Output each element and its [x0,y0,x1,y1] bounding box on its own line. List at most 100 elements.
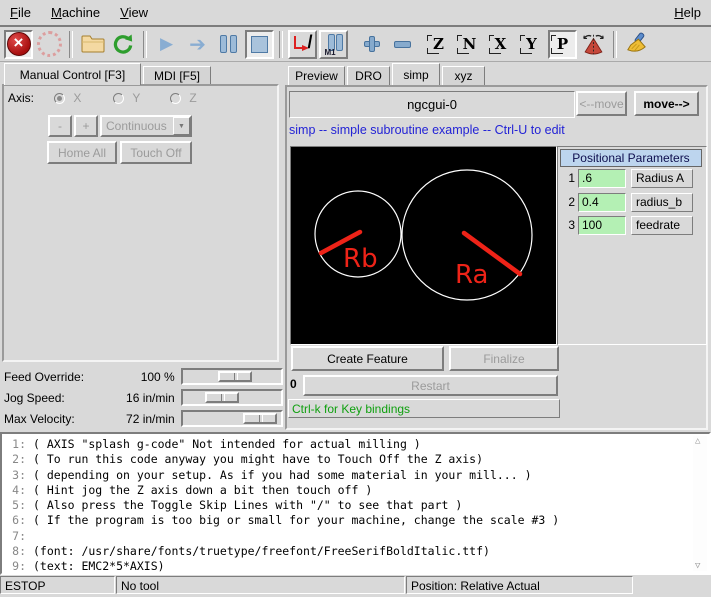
tab-mdi[interactable]: MDI [F5] [143,66,211,85]
tab-manual-control[interactable]: Manual Control [F3] [4,63,141,85]
jog-speed-label: Jog Speed: [0,391,111,405]
status-tool: No tool [116,576,405,594]
jog-plus-button[interactable]: + [74,115,98,137]
gcode-scrollbar[interactable]: △ ▽ [693,436,707,571]
gcode-line[interactable]: 4:( Hint jog the Z axis down a bit then … [2,483,709,498]
reload-button[interactable] [109,30,138,59]
estop-icon: × [7,32,31,56]
view-p-icon: P [557,35,568,53]
gcode-line[interactable]: 9:(text: EMC2*5*AXIS) [2,559,709,574]
zoom-out-button[interactable] [388,30,417,59]
combo-arrow-icon: ▼ [173,117,190,135]
pause-button[interactable] [214,30,243,59]
toolbar-separator [143,31,147,58]
axis-radio-y[interactable]: Y [113,91,140,105]
param-number: 1 [562,171,575,185]
view-z-icon: Z [433,35,444,53]
gcode-line[interactable]: 1:( AXIS "splash g-code" Not intended fo… [2,437,709,452]
scroll-down-icon[interactable]: ▽ [695,561,700,571]
clear-plot-button[interactable] [622,30,651,59]
toggle-skip-lines-button[interactable]: / [288,30,317,59]
axis-radio-x[interactable]: X [54,91,81,105]
tab-xyz[interactable]: xyz [442,66,485,85]
toolbar-separator [69,31,73,58]
tab-simp[interactable]: simp [392,63,440,85]
param-entry-radius-b[interactable]: 0.4 [578,193,626,212]
step-icon: ➔ [189,32,206,57]
menu-view[interactable]: View [110,0,158,25]
machine-power-button[interactable] [35,30,64,59]
axis-radio-z[interactable]: Z [170,91,197,105]
view-y-button[interactable]: Y [517,30,546,59]
feed-override-slider[interactable] [181,368,283,385]
jog-minus-button[interactable]: - [48,115,72,137]
toolbar-separator [613,31,617,58]
gcode-line[interactable]: 8:(font: /usr/share/fonts/truetype/freef… [2,544,709,559]
param-entry-radius-a[interactable]: .6 [578,169,626,188]
rotate-icon [581,32,606,57]
jog-speed-value: 16 in/min [111,391,181,405]
stop-button[interactable] [245,30,274,59]
gcode-line[interactable]: 2:( To run this code anyway you might ha… [2,452,709,467]
open-file-button[interactable] [78,30,107,59]
move-left-button[interactable]: <--move [576,91,627,116]
finalize-button[interactable]: Finalize [449,346,559,371]
menubar: File Machine View Help [0,0,711,27]
gcode-line[interactable]: 5:( Also press the Toggle Skip Lines wit… [2,498,709,513]
param-number: 3 [562,218,575,232]
step-button[interactable]: ➔ [183,30,212,59]
manual-control-panel: Manual Control [F3] MDI [F5] Axis: X Y Z… [0,62,283,432]
subroutine-preview-canvas[interactable]: Rb Ra [290,146,557,345]
gcode-listing[interactable]: 1:( AXIS "splash g-code" Not intended fo… [0,432,711,575]
menu-help[interactable]: Help [664,0,711,25]
move-right-button[interactable]: move--> [634,91,699,116]
axis-label: Axis: [8,91,34,105]
jog-speed-slider[interactable] [181,389,283,406]
param-number: 2 [562,195,575,209]
rotate-view-button[interactable] [579,30,608,59]
ngcgui-title: ngcgui-0 [289,91,575,118]
zoom-in-button[interactable] [357,30,386,59]
jog-increment-combo[interactable]: Continuous ▼ [100,115,192,137]
menu-file[interactable]: File [0,0,41,25]
view-p-button[interactable]: P [548,30,577,59]
radius-a-label: Ra [455,260,488,290]
view-x-button[interactable]: X [486,30,515,59]
view-z-button[interactable]: Z [424,30,453,59]
slider-handle[interactable] [218,371,252,382]
param-name-feedrate: feedrate [631,216,693,235]
create-feature-button[interactable]: Create Feature [291,346,444,371]
gcode-line[interactable]: 6:( If the program is too big or small f… [2,513,709,528]
status-machine-state: ESTOP [0,576,115,594]
radius-b-label: Rb [343,244,378,274]
max-velocity-value: 72 in/min [111,412,181,426]
gcode-line[interactable]: 7: [2,529,709,544]
optional-stop-button[interactable]: M1 [319,30,348,59]
restart-button[interactable]: Restart [303,375,558,396]
toolbar: × ▶ ➔ [0,27,711,62]
slider-handle[interactable] [205,392,239,403]
tab-dro[interactable]: DRO [347,66,390,85]
touch-off-button[interactable]: Touch Off [120,141,192,164]
max-velocity-slider[interactable] [181,410,283,427]
slider-handle[interactable] [243,413,277,424]
view-z2-button[interactable]: N [455,30,484,59]
max-velocity-label: Max Velocity: [0,412,111,426]
gcode-line[interactable]: 3:( depending on your setup. As if you h… [2,468,709,483]
feed-override-label: Feed Override: [0,370,111,384]
scroll-up-icon[interactable]: △ [695,436,700,446]
radio-z-icon [170,93,181,104]
key-bindings-hint: Ctrl-k for Key bindings [288,399,560,418]
feed-override-row: Feed Override: 100 % [0,366,283,387]
reload-icon [112,33,135,56]
param-entry-feedrate[interactable]: 100 [578,216,626,235]
max-velocity-row: Max Velocity: 72 in/min [0,408,283,429]
axis-window: File Machine View Help × ▶ [0,0,711,597]
zoom-out-icon [394,41,411,48]
restart-count: 0 [290,377,297,391]
estop-button[interactable]: × [4,30,33,59]
run-button[interactable]: ▶ [152,30,181,59]
tab-preview[interactable]: Preview [288,66,345,85]
menu-machine[interactable]: Machine [41,0,110,25]
home-all-button[interactable]: Home All [47,141,117,164]
